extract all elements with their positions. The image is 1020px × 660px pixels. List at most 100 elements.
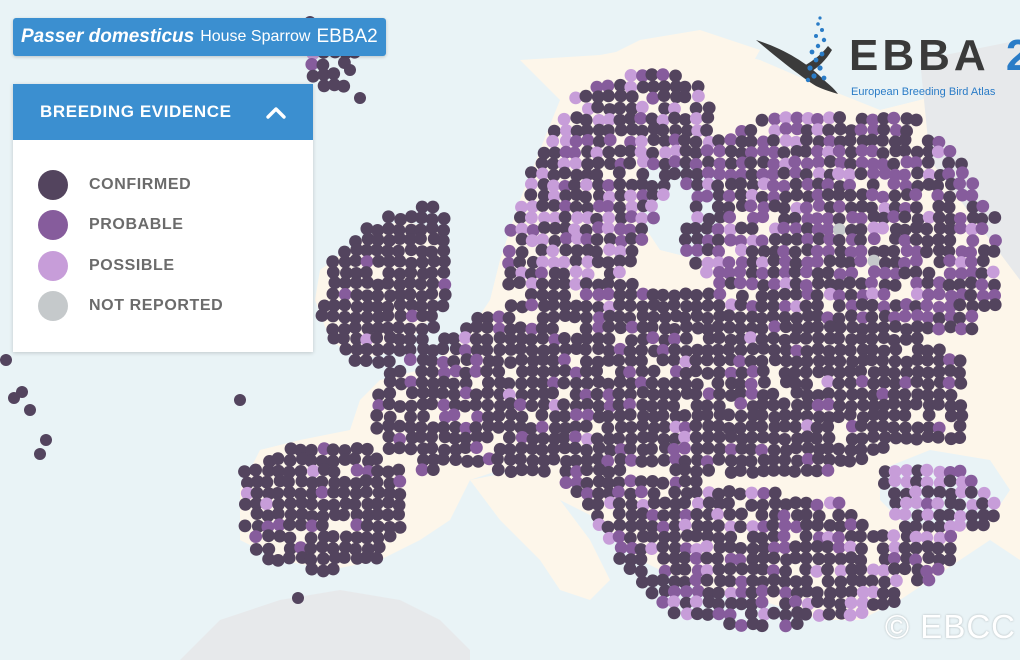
atlas-square-dot — [359, 354, 373, 367]
atlas-square-dot — [779, 320, 793, 334]
atlas-square-dot — [645, 530, 659, 544]
atlas-square-dot — [658, 420, 672, 434]
atlas-square-dot — [656, 68, 670, 82]
atlas-square-dot — [647, 364, 661, 378]
atlas-square-dot — [612, 166, 626, 180]
atlas-square-dot — [547, 343, 561, 356]
atlas-square-dot — [965, 322, 979, 336]
atlas-square-dot — [722, 309, 736, 323]
atlas-square-dot — [811, 320, 824, 334]
atlas-square-dot — [535, 266, 548, 280]
atlas-square-dot — [613, 265, 626, 279]
atlas-square-dot — [745, 277, 759, 291]
atlas-square-dot — [601, 410, 615, 423]
atlas-square-dot — [942, 508, 956, 522]
atlas-square-dot — [777, 221, 791, 235]
atlas-square-dot — [700, 189, 714, 203]
atlas-square-dot — [788, 245, 802, 259]
legend-item-possible: POSSIBLE — [38, 251, 175, 281]
chevron-up-icon[interactable] — [265, 104, 287, 120]
atlas-square-dot — [601, 287, 615, 301]
atlas-square-dot — [757, 245, 771, 258]
atlas-square-dot — [581, 408, 595, 422]
atlas-square-dot — [348, 321, 362, 334]
atlas-square-dot — [579, 89, 593, 103]
atlas-square-dot — [911, 166, 924, 180]
atlas-square-dot — [745, 431, 759, 444]
atlas-square-dot — [623, 562, 637, 575]
atlas-square-dot — [645, 454, 659, 468]
atlas-square-dot — [734, 619, 748, 632]
atlas-square-dot — [504, 408, 518, 421]
atlas-square-dot — [315, 309, 329, 322]
atlas-square-dot — [810, 565, 824, 578]
atlas-square-dot — [414, 232, 427, 246]
atlas-square-dot — [668, 507, 682, 521]
atlas-square-dot — [712, 519, 725, 533]
atlas-square-dot — [767, 584, 780, 598]
atlas-square-dot — [854, 529, 867, 543]
atlas-square-dot — [799, 496, 813, 510]
atlas-square-dot — [480, 364, 493, 378]
atlas-square-dot — [713, 167, 726, 181]
atlas-square-dot — [723, 617, 736, 631]
atlas-square-dot — [558, 364, 572, 378]
atlas-square-dot — [579, 343, 592, 356]
atlas-square-dot — [876, 529, 890, 542]
legend-panel: BREEDING EVIDENCE CONFIRMED PROBABLE POS… — [13, 84, 313, 352]
atlas-square-dot — [535, 443, 549, 457]
atlas-square-dot — [436, 342, 450, 356]
atlas-square-dot — [713, 276, 726, 290]
atlas-square-dot — [724, 133, 738, 147]
atlas-square-dot — [932, 398, 945, 411]
atlas-square-dot — [745, 222, 759, 236]
atlas-square-dot — [680, 244, 693, 257]
atlas-square-dot — [393, 474, 407, 488]
atlas-square-dot — [668, 155, 682, 169]
atlas-square-dot — [977, 518, 990, 532]
atlas-square-dot — [382, 496, 395, 509]
atlas-square-dot — [777, 201, 791, 215]
atlas-square-dot — [712, 453, 726, 466]
atlas-square-dot — [623, 156, 637, 170]
atlas-square-dot — [832, 410, 845, 424]
atlas-square-dot — [789, 288, 803, 301]
atlas-square-dot — [645, 542, 659, 555]
atlas-square-dot — [766, 387, 780, 401]
atlas-square-dot — [701, 367, 715, 380]
atlas-square-dot — [601, 421, 615, 435]
atlas-square-dot — [777, 179, 791, 193]
legend-label: POSSIBLE — [89, 257, 175, 274]
atlas-square-dot — [877, 564, 891, 578]
atlas-square-dot — [371, 289, 385, 303]
atlas-square-dot — [755, 113, 769, 127]
atlas-square-dot — [645, 586, 659, 600]
atlas-square-dot — [865, 353, 879, 367]
atlas-square-dot — [679, 287, 693, 301]
atlas-square-dot — [954, 221, 967, 235]
atlas-square-dot — [360, 531, 374, 545]
atlas-square-dot — [867, 430, 880, 443]
legend-header-toggle[interactable]: BREEDING EVIDENCE — [13, 84, 313, 140]
atlas-square-dot — [910, 254, 923, 268]
atlas-square-dot — [326, 287, 340, 301]
atlas-square-dot — [647, 211, 660, 225]
atlas-square-dot — [315, 518, 329, 532]
atlas-square-dot — [799, 365, 813, 379]
atlas-square-dot — [887, 177, 901, 191]
atlas-square-dot — [283, 518, 296, 531]
atlas-square-dot — [953, 464, 967, 478]
atlas-square-dot — [449, 453, 463, 466]
legend-swatch — [38, 170, 68, 200]
atlas-square-dot — [701, 441, 715, 455]
atlas-square-dot — [821, 574, 835, 588]
atlas-square-dot — [758, 375, 771, 389]
atlas-square-dot — [723, 507, 737, 521]
atlas-square-dot — [647, 157, 660, 171]
atlas-square-dot — [34, 448, 46, 460]
atlas-square-dot — [381, 309, 395, 322]
atlas-square-dot — [613, 463, 627, 477]
atlas-square-dot — [744, 454, 758, 468]
atlas-square-dot — [668, 485, 682, 499]
atlas-square-dot — [668, 111, 681, 125]
